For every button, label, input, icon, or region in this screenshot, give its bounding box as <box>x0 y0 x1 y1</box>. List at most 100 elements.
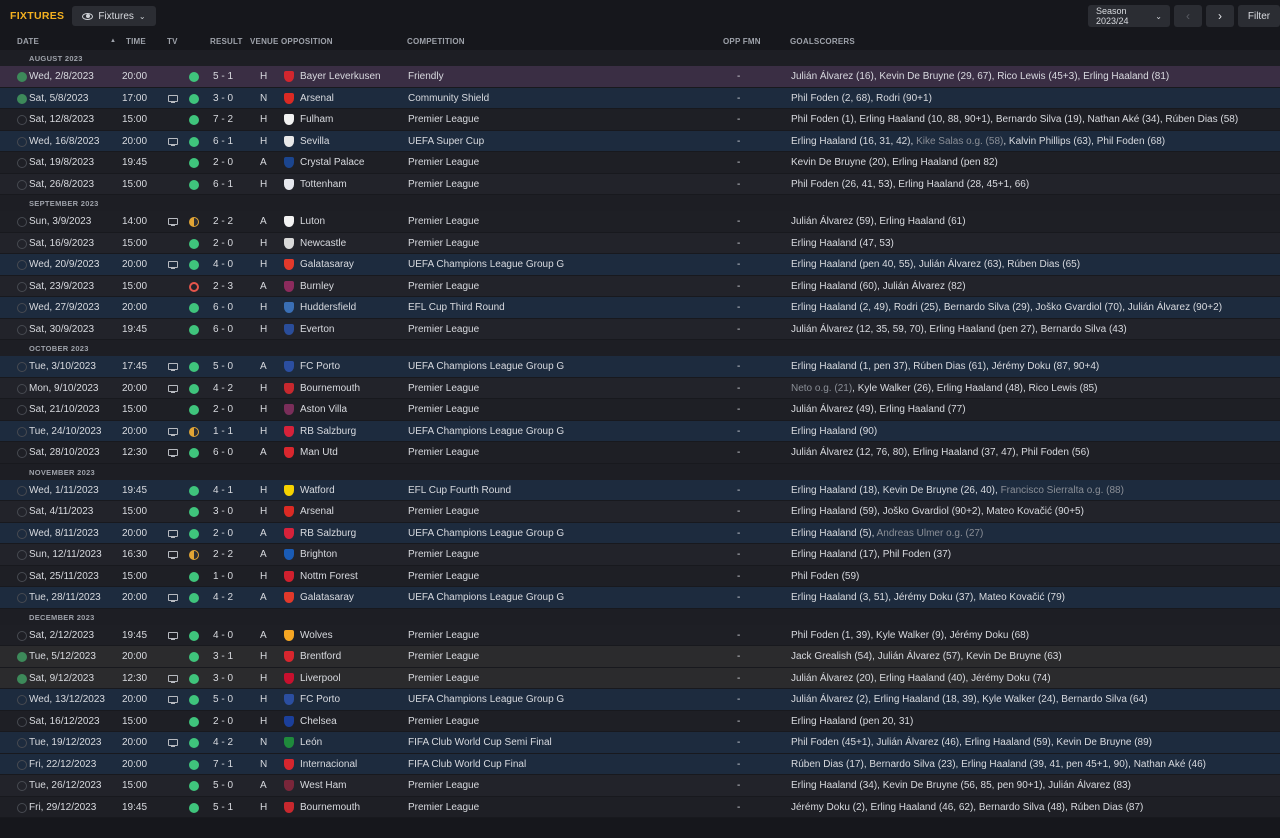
fixture-opposition[interactable]: Arsenal <box>300 506 334 517</box>
fixture-opposition[interactable]: FC Porto <box>300 361 340 372</box>
fixture-opposition[interactable]: Crystal Palace <box>300 157 364 168</box>
fixture-result[interactable]: 4 - 2 <box>213 592 233 603</box>
fixture-competition[interactable]: UEFA Super Cup <box>408 136 484 147</box>
checkmark-icon[interactable] <box>17 179 27 190</box>
fixture-result[interactable]: 2 - 3 <box>213 281 233 292</box>
fixture-result[interactable]: 5 - 1 <box>213 802 233 813</box>
fixture-opposition[interactable]: Nottm Forest <box>300 571 358 582</box>
fixture-row[interactable]: Sat, 25/11/2023 15:00 1 - 0 H Nottm Forest Pr… <box>0 565 1280 587</box>
fixture-result[interactable]: 2 - 0 <box>213 716 233 727</box>
next-button[interactable]: › <box>1206 5 1234 27</box>
checkmark-icon[interactable] <box>17 593 27 603</box>
fixture-result[interactable]: 1 - 0 <box>213 571 233 582</box>
checkmark-icon[interactable] <box>17 405 27 415</box>
checkmark-icon[interactable] <box>17 217 27 227</box>
fixture-result[interactable]: 2 - 0 <box>213 404 233 415</box>
checkmark-icon[interactable] <box>17 652 27 662</box>
fixture-opposition[interactable]: West Ham <box>300 780 347 791</box>
fixture-opposition[interactable]: Aston Villa <box>300 404 347 415</box>
fixture-opposition[interactable]: Brentford <box>300 651 341 662</box>
fixture-opposition[interactable]: Galatasaray <box>300 259 354 270</box>
fixture-row[interactable]: Sat, 4/11/2023 15:00 3 - 0 H Arsenal Premier … <box>0 501 1280 523</box>
fixture-row[interactable]: Tue, 3/10/2023 17:45 5 - 0 A FC Porto UEFA Ch… <box>0 356 1280 378</box>
fixture-opposition[interactable]: RB Salzburg <box>300 528 356 539</box>
fixture-result[interactable]: 6 - 0 <box>213 302 233 313</box>
fixture-competition[interactable]: Premier League <box>408 506 479 517</box>
fixture-row[interactable]: Tue, 26/12/2023 15:00 5 - 0 A West Ham Premie… <box>0 775 1280 797</box>
checkmark-icon[interactable] <box>17 738 27 748</box>
view-dropdown[interactable]: Fixtures ⌄ <box>72 6 156 26</box>
col-competition[interactable]: COMPETITION <box>407 37 465 46</box>
fixture-competition[interactable]: UEFA Champions League Group G <box>408 426 564 437</box>
fixture-opposition[interactable]: Fulham <box>300 114 333 125</box>
fixture-result[interactable]: 3 - 0 <box>213 93 233 104</box>
fixture-row[interactable]: Sat, 2/12/2023 19:45 4 - 0 A Wolves Premier L… <box>0 624 1280 646</box>
fixture-row[interactable]: Wed, 16/8/2023 20:00 6 - 1 H Sevilla UEFA Sup… <box>0 130 1280 152</box>
fixture-competition[interactable]: FIFA Club World Cup Semi Final <box>408 737 552 748</box>
fixture-row[interactable]: Sat, 9/12/2023 12:30 3 - 0 H Liverpool Premie… <box>0 667 1280 689</box>
checkmark-icon[interactable] <box>17 571 27 582</box>
fixture-competition[interactable]: Premier League <box>408 404 479 415</box>
checkmark-icon[interactable] <box>17 716 27 727</box>
fixture-opposition[interactable]: Liverpool <box>300 673 341 684</box>
col-result[interactable]: RESULT <box>210 37 243 46</box>
checkmark-icon[interactable] <box>17 281 27 292</box>
fixture-row[interactable]: Sat, 23/9/2023 15:00 2 - 3 A Burnley Premier … <box>0 275 1280 297</box>
col-date[interactable]: DATE ▲ <box>17 37 116 46</box>
checkmark-icon[interactable] <box>17 528 27 539</box>
fixture-result[interactable]: 4 - 2 <box>213 383 233 394</box>
fixture-competition[interactable]: EFL Cup Fourth Round <box>408 485 511 496</box>
fixture-result[interactable]: 3 - 1 <box>213 651 233 662</box>
fixture-row[interactable]: Wed, 27/9/2023 20:00 6 - 0 H Huddersfield EFL… <box>0 297 1280 319</box>
fixture-result[interactable]: 2 - 2 <box>213 549 233 560</box>
fixture-opposition[interactable]: Everton <box>300 324 334 335</box>
fixture-row[interactable]: Sun, 3/9/2023 14:00 2 - 2 A Luton Premier Lea… <box>0 211 1280 233</box>
checkmark-icon[interactable] <box>17 260 27 270</box>
fixture-result[interactable]: 2 - 0 <box>213 157 233 168</box>
checkmark-icon[interactable] <box>17 550 27 560</box>
checkmark-icon[interactable] <box>17 115 27 125</box>
fixture-row[interactable]: Wed, 2/8/2023 20:00 5 - 1 H Bayer Leverkusen… <box>0 66 1280 88</box>
fixture-opposition[interactable]: Bayer Leverkusen <box>300 71 381 82</box>
fixture-row[interactable]: Sat, 12/8/2023 15:00 7 - 2 H Fulham Premier L… <box>0 109 1280 131</box>
col-opp-fmn[interactable]: OPP FMN <box>723 37 761 46</box>
fixture-competition[interactable]: Premier League <box>408 216 479 227</box>
fixture-row[interactable]: Sat, 16/9/2023 15:00 2 - 0 H Newcastle Premie… <box>0 232 1280 254</box>
fixture-opposition[interactable]: FC Porto <box>300 694 340 705</box>
filter-button[interactable]: Filter <box>1238 5 1280 27</box>
checkmark-icon[interactable] <box>17 673 27 684</box>
fixture-opposition[interactable]: Brighton <box>300 549 337 560</box>
fixture-result[interactable]: 5 - 1 <box>213 71 233 82</box>
fixture-result[interactable]: 4 - 1 <box>213 485 233 496</box>
fixture-result[interactable]: 2 - 0 <box>213 528 233 539</box>
checkmark-icon[interactable] <box>17 630 27 641</box>
fixture-opposition[interactable]: Chelsea <box>300 716 337 727</box>
fixture-row[interactable]: Sat, 5/8/2023 17:00 3 - 0 N Arsenal Community… <box>0 87 1280 109</box>
fixture-result[interactable]: 4 - 2 <box>213 737 233 748</box>
fixture-row[interactable]: Sun, 12/11/2023 16:30 2 - 2 A Brighton Premie… <box>0 544 1280 566</box>
fixture-competition[interactable]: Premier League <box>408 651 479 662</box>
fixture-opposition[interactable]: Huddersfield <box>300 302 356 313</box>
fixture-row[interactable]: Wed, 20/9/2023 20:00 4 - 0 H Galatasaray UEFA… <box>0 254 1280 276</box>
fixture-competition[interactable]: UEFA Champions League Group G <box>408 259 564 270</box>
checkmark-icon[interactable] <box>17 426 27 437</box>
fixture-competition[interactable]: UEFA Champions League Group G <box>408 361 564 372</box>
fixture-competition[interactable]: Premier League <box>408 780 479 791</box>
fixture-result[interactable]: 1 - 1 <box>213 426 233 437</box>
checkmark-icon[interactable] <box>17 507 27 517</box>
fixture-competition[interactable]: Premier League <box>408 281 479 292</box>
checkmark-icon[interactable] <box>17 324 27 335</box>
fixture-competition[interactable]: FIFA Club World Cup Final <box>408 759 526 770</box>
fixture-opposition[interactable]: Newcastle <box>300 238 346 249</box>
fixture-row[interactable]: Wed, 8/11/2023 20:00 2 - 0 A RB Salzburg UEFA… <box>0 522 1280 544</box>
fixture-competition[interactable]: Premier League <box>408 114 479 125</box>
checkmark-icon[interactable] <box>17 158 27 168</box>
col-time[interactable]: TIME <box>126 37 146 46</box>
fixture-row[interactable]: Sat, 30/9/2023 19:45 6 - 0 H Everton Premier … <box>0 318 1280 340</box>
fixture-competition[interactable]: Premier League <box>408 673 479 684</box>
fixture-opposition[interactable]: Galatasaray <box>300 592 354 603</box>
fixture-row[interactable]: Fri, 22/12/2023 20:00 7 - 1 N Internacional F… <box>0 753 1280 775</box>
fixture-row[interactable]: Tue, 24/10/2023 20:00 1 - 1 H RB Salzburg UEF… <box>0 420 1280 442</box>
checkmark-icon[interactable] <box>17 362 27 372</box>
fixture-opposition[interactable]: Watford <box>300 485 335 496</box>
